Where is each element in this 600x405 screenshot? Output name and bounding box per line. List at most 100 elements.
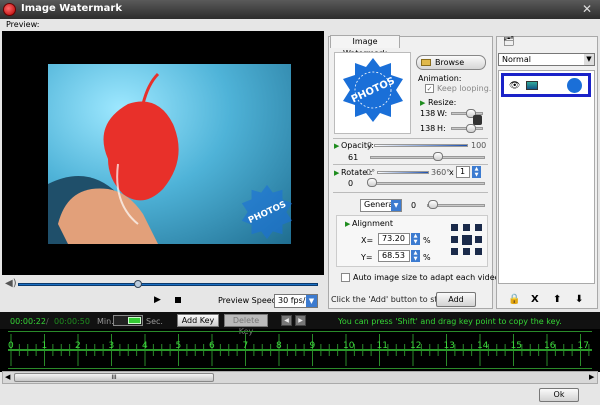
align-top-left[interactable]: [451, 224, 458, 231]
seek-track[interactable]: [18, 283, 318, 286]
opacity-arrow-icon: ▶: [334, 142, 340, 150]
ruler-number: 13: [443, 341, 455, 351]
blend-mode-value: Normal: [502, 55, 531, 64]
move-up-icon[interactable]: ⬆: [553, 294, 561, 305]
alignment-arrow-icon: ▶: [345, 220, 351, 228]
ok-button[interactable]: Ok: [539, 388, 579, 402]
animation-label: Animation:: [418, 74, 462, 83]
align-top-right[interactable]: [475, 224, 482, 231]
y-position-input[interactable]: 68.53: [378, 250, 410, 262]
footer: [0, 385, 600, 405]
rotate-value: 0: [348, 179, 354, 188]
align-top-center[interactable]: [463, 224, 470, 231]
watermark-layer-thumb: [567, 78, 582, 93]
add-button[interactable]: Add: [436, 292, 476, 307]
scroll-right-icon[interactable]: ▶: [589, 373, 594, 381]
general-select[interactable]: General ▼: [360, 199, 402, 212]
rotate-gradient: [377, 171, 429, 174]
separator: [333, 192, 488, 193]
play-button[interactable]: ▶: [154, 295, 164, 305]
auto-size-checkbox[interactable]: [341, 273, 350, 282]
auto-size-label: Auto image size to adapt each videos.: [353, 273, 507, 282]
rotate-arrow-icon: ▶: [334, 169, 340, 177]
layer-item[interactable]: 👁: [501, 73, 591, 97]
volume-icon[interactable]: ◀): [5, 278, 17, 289]
resize-arrow-icon: ▶: [420, 99, 426, 107]
layer-list: [498, 70, 595, 284]
toggle-knob: [128, 317, 141, 324]
delete-layer-icon[interactable]: X: [531, 294, 539, 305]
align-bottom-center[interactable]: [463, 248, 470, 255]
preview-header: Preview:: [0, 19, 600, 31]
ruler-number: 3: [108, 341, 115, 351]
browse-button[interactable]: Browse: [416, 55, 486, 70]
general-slider-handle[interactable]: [428, 200, 438, 209]
x-position-spinner[interactable]: ▲ ▼: [411, 233, 420, 245]
ruler-number: 9: [309, 341, 316, 351]
lock-ratio-icon[interactable]: [473, 115, 482, 125]
keep-looping-checkbox[interactable]: ✓: [425, 84, 434, 93]
watermark-overlay[interactable]: PHOTOS: [238, 183, 296, 241]
min-label: Min.: [97, 317, 114, 326]
rotate-slider[interactable]: [370, 182, 485, 185]
rotate-slider-handle[interactable]: [367, 178, 377, 187]
x-percent: %: [423, 236, 431, 245]
y-position-spinner[interactable]: ▲ ▼: [411, 250, 420, 262]
opacity-value: 61: [348, 153, 359, 162]
align-middle-left[interactable]: [451, 236, 458, 243]
ruler-number: 6: [209, 341, 215, 351]
align-bottom-right[interactable]: [475, 248, 482, 255]
scrollbar-thumb[interactable]: III: [14, 373, 214, 382]
blend-mode-select[interactable]: Normal ▼: [498, 53, 595, 66]
y-percent: %: [423, 253, 431, 262]
ruler-number: 5: [175, 341, 182, 351]
delete-key-button[interactable]: Delete Key: [224, 314, 268, 336]
ruler-number: 10: [343, 341, 355, 351]
align-center[interactable]: [462, 235, 472, 245]
window-title: Image Watermark: [21, 3, 122, 14]
preview-speed-select[interactable]: 30 fps/s ▼: [274, 294, 318, 308]
stop-button[interactable]: [175, 297, 181, 303]
ruler-number: 14: [477, 341, 489, 351]
opacity-slider[interactable]: [370, 156, 485, 159]
rotate-multiplier-spinner[interactable]: ▲ ▼: [472, 166, 481, 178]
ruler-number: 17: [577, 341, 589, 351]
image-thumb-icon: [526, 81, 538, 90]
tab-image-watermark[interactable]: Image Watermark: [330, 35, 400, 58]
preview-speed-value: 30 fps/s: [278, 296, 310, 305]
current-time: 00:00:22: [10, 317, 46, 326]
align-bottom-left[interactable]: [451, 248, 458, 255]
browse-label: Browse: [435, 58, 465, 67]
add-key-button[interactable]: Add Key: [177, 314, 219, 327]
prev-key-icon[interactable]: ◀: [281, 315, 292, 326]
rotate-multiplier-input[interactable]: 1: [456, 166, 470, 178]
alignment-grid[interactable]: [451, 224, 483, 256]
preview-label: Preview:: [6, 20, 40, 29]
ruler-number: 4: [142, 341, 148, 351]
lock-icon[interactable]: 🔒: [508, 294, 520, 305]
align-middle-right[interactable]: [475, 236, 482, 243]
min-sec-toggle[interactable]: [113, 315, 143, 326]
ruler-number: 8: [276, 341, 282, 351]
rotate-min: 0°: [366, 168, 376, 177]
eye-icon[interactable]: 👁: [509, 81, 520, 91]
seek-handle[interactable]: [134, 280, 142, 288]
x-position-input[interactable]: 73.20: [378, 233, 410, 245]
sec-label: Sec.: [146, 317, 163, 326]
ruler-number: 0: [8, 341, 14, 351]
width-value: 138: [420, 109, 436, 118]
layers-icon: 🗂: [503, 37, 515, 47]
ruler-number: 11: [376, 341, 388, 351]
opacity-slider-handle[interactable]: [433, 152, 443, 161]
time-separator: /: [46, 317, 49, 326]
move-down-icon[interactable]: ⬇: [575, 294, 583, 305]
scroll-left-icon[interactable]: ◀: [5, 373, 10, 381]
title-bar: Image Watermark ✕: [0, 0, 600, 19]
next-key-icon[interactable]: ▶: [295, 315, 306, 326]
general-value: 0: [411, 201, 417, 210]
close-button[interactable]: ✕: [578, 1, 596, 17]
opacity-min: 0: [367, 141, 373, 150]
height-slider-handle[interactable]: [466, 124, 476, 133]
width-label: W:: [437, 109, 448, 118]
y-label: Y=: [361, 253, 373, 262]
